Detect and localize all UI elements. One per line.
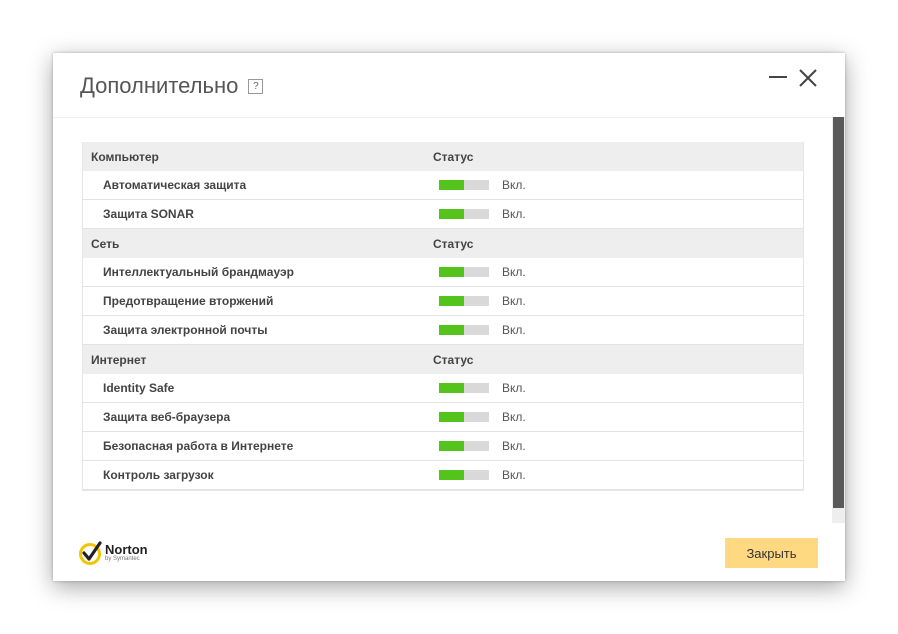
status-column-header: Статус (433, 236, 474, 251)
category-header: Сеть Статус (83, 229, 803, 258)
status-toggle-fill (439, 180, 464, 190)
feature-row[interactable]: Защита SONAR Вкл. (83, 200, 803, 229)
scrollbar-thumb[interactable] (833, 117, 844, 508)
status-text: Вкл. (502, 323, 526, 337)
status-toggle-fill (439, 383, 464, 393)
feature-label: Контроль загрузок (103, 468, 214, 482)
category-header: Компьютер Статус (83, 142, 803, 171)
feature-row[interactable]: Интеллектуальный брандмауэр Вкл. (83, 258, 803, 287)
status-text: Вкл. (502, 381, 526, 395)
header-divider (53, 117, 845, 118)
feature-label: Предотвращение вторжений (103, 294, 274, 308)
feature-row[interactable]: Автоматическая защита Вкл. (83, 171, 803, 200)
status-text: Вкл. (502, 265, 526, 279)
status-toggle-fill (439, 296, 464, 306)
feature-label: Интеллектуальный брандмауэр (103, 265, 294, 279)
status-toggle-fill (439, 412, 464, 422)
feature-row[interactable]: Безопасная работа в Интернете Вкл. (83, 432, 803, 461)
category-header: Интернет Статус (83, 345, 803, 374)
status-text: Вкл. (502, 410, 526, 424)
minimize-icon (769, 76, 787, 78)
dialog-title-area: Дополнительно ? (80, 73, 264, 99)
feature-label: Защита SONAR (103, 207, 194, 221)
status-text: Вкл. (502, 178, 526, 192)
advanced-dialog: Дополнительно ? Компьютер Статус Автоматич… (53, 53, 845, 581)
norton-checkmark-icon (79, 541, 102, 565)
close-window-button[interactable] (797, 67, 819, 89)
status-toggle[interactable] (439, 180, 489, 190)
status-toggle[interactable] (439, 470, 489, 480)
status-toggle-fill (439, 267, 464, 277)
status-toggle-fill (439, 441, 464, 451)
feature-row[interactable]: Контроль загрузок Вкл. (83, 461, 803, 490)
status-toggle[interactable] (439, 412, 489, 422)
status-toggle-fill (439, 470, 464, 480)
category-name: Компьютер (91, 149, 159, 164)
status-toggle[interactable] (439, 296, 489, 306)
status-toggle-fill (439, 209, 464, 219)
category-name: Сеть (91, 236, 120, 251)
status-toggle[interactable] (439, 383, 489, 393)
logo-brand: Norton (105, 541, 148, 557)
feature-label: Автоматическая защита (103, 178, 247, 192)
status-toggle-fill (439, 325, 464, 335)
close-button[interactable]: Закрыть (725, 538, 818, 568)
help-icon[interactable]: ? (248, 78, 264, 94)
status-toggle[interactable] (439, 325, 489, 335)
feature-row[interactable]: Identity Safe Вкл. (83, 374, 803, 403)
status-table: Компьютер Статус Автоматическая защита Вкл.… (82, 142, 804, 491)
status-toggle[interactable] (439, 441, 489, 451)
norton-logo: Norton by Symantec (79, 539, 148, 565)
feature-row[interactable]: Предотвращение вторжений Вкл. (83, 287, 803, 316)
dialog-title: Дополнительно (80, 73, 239, 98)
feature-row[interactable]: Защита веб-браузера Вкл. (83, 403, 803, 432)
category-name: Интернет (91, 352, 147, 367)
status-text: Вкл. (502, 439, 526, 453)
status-text: Вкл. (502, 468, 526, 482)
status-column-header: Статус (433, 149, 474, 164)
status-text: Вкл. (502, 294, 526, 308)
status-text: Вкл. (502, 207, 526, 221)
status-toggle[interactable] (439, 267, 489, 277)
minimize-button[interactable] (767, 67, 789, 89)
status-column-header: Статус (433, 352, 474, 367)
status-toggle[interactable] (439, 209, 489, 219)
close-icon (799, 69, 817, 87)
feature-label: Безопасная работа в Интернете (103, 439, 294, 453)
feature-label: Identity Safe (103, 381, 175, 395)
scrollbar[interactable] (832, 117, 845, 523)
feature-label: Защита веб-браузера (103, 410, 231, 424)
feature-label: Защита электронной почты (103, 323, 268, 337)
feature-row[interactable]: Защита электронной почты Вкл. (83, 316, 803, 345)
